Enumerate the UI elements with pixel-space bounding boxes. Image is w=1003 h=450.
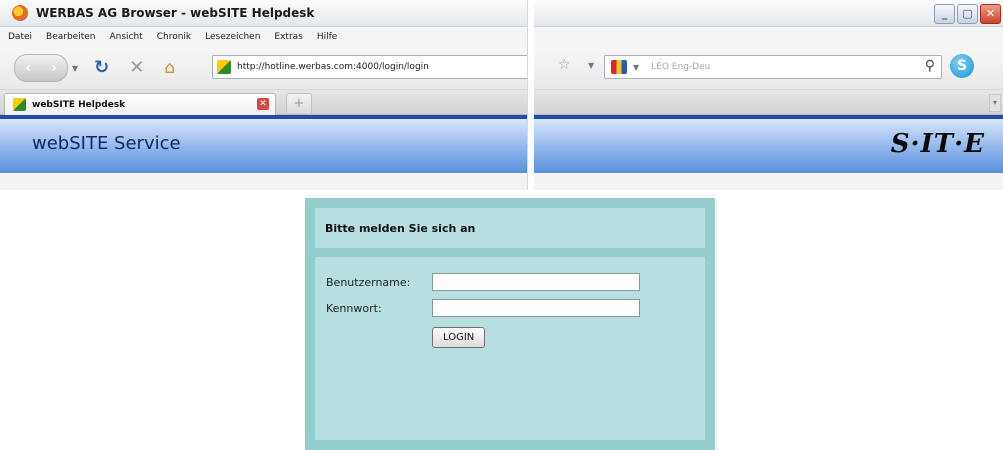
site-favicon-icon: [217, 60, 231, 74]
navigation-bar: ‹ › ▼ ↻ ✕ ⌂ http://hotline.werbas.com:40…: [0, 47, 527, 90]
page-header-right: S·IT·E: [534, 115, 1003, 173]
search-bar[interactable]: ▼ LEO Eng-Deu ⚲: [604, 55, 942, 79]
password-input[interactable]: [432, 299, 640, 317]
back-forward-group[interactable]: ‹ ›: [14, 54, 68, 82]
title-bar-right: _ ▢ ✕: [534, 0, 1003, 27]
password-row: Kennwort:: [326, 299, 640, 317]
skype-icon[interactable]: S: [950, 54, 974, 78]
engine-dropdown-icon[interactable]: ▼: [633, 63, 639, 72]
password-label: Kennwort:: [326, 301, 382, 315]
browser-screenshot-right: _ ▢ ✕ ☆ ▼ ▼ LEO Eng-Deu ⚲ S ▾ S·IT·E: [534, 0, 1003, 190]
username-row: Benutzername:: [326, 273, 640, 291]
login-panel: Bitte melden Sie sich an Benutzername: K…: [305, 198, 715, 450]
tab-bar-right: ▾: [534, 90, 1003, 115]
title-bar: WERBAS AG Browser - webSITE Helpdesk: [0, 0, 527, 27]
close-button[interactable]: ✕: [980, 4, 1001, 24]
site-logo: S·IT·E: [890, 129, 985, 159]
login-button[interactable]: LOGIN: [432, 327, 486, 348]
tab-label: webSITE Helpdesk: [32, 99, 126, 110]
window-controls: _ ▢ ✕: [934, 4, 1001, 24]
username-input[interactable]: [432, 273, 640, 291]
firefox-logo-icon: [12, 5, 28, 21]
username-label: Benutzername:: [326, 275, 411, 289]
reload-icon[interactable]: ↻: [94, 59, 109, 77]
forward-icon[interactable]: ›: [51, 61, 56, 76]
maximize-button[interactable]: ▢: [957, 4, 978, 24]
home-icon[interactable]: ⌂: [164, 59, 175, 77]
minimize-button[interactable]: _: [934, 4, 955, 24]
window-title: WERBAS AG Browser - webSITE Helpdesk: [36, 6, 315, 20]
stop-icon[interactable]: ✕: [129, 59, 144, 77]
history-dropdown-icon[interactable]: ▼: [72, 64, 78, 73]
star-dropdown-icon[interactable]: ▼: [588, 61, 594, 70]
search-input[interactable]: LEO Eng-Deu: [651, 62, 710, 72]
address-bar[interactable]: http://hotline.werbas.com:4000/login/log…: [212, 55, 527, 79]
navigation-bar-right: ☆ ▼ ▼ LEO Eng-Deu ⚲ S: [534, 47, 1003, 90]
url-text[interactable]: http://hotline.werbas.com:4000/login/log…: [237, 62, 429, 72]
leo-engine-icon[interactable]: [611, 60, 627, 74]
login-heading: Bitte melden Sie sich an: [315, 208, 705, 248]
tab-websites-helpdesk[interactable]: webSITE Helpdesk ✕: [4, 93, 276, 115]
menu-item-bearbeiten[interactable]: Bearbeiten: [46, 32, 95, 42]
browser-screenshot-left: WERBAS AG Browser - webSITE Helpdesk Dat…: [0, 0, 528, 190]
new-tab-button[interactable]: +: [286, 93, 312, 113]
back-icon[interactable]: ‹: [25, 61, 30, 76]
menu-item-extras[interactable]: Extras: [274, 32, 302, 42]
menu-item-lesezeichen[interactable]: Lesezeichen: [205, 32, 260, 42]
menu-item-ansicht[interactable]: Ansicht: [109, 32, 142, 42]
menu-bar-right: [534, 27, 1003, 47]
page-header-left: webSITE Service: [0, 115, 527, 173]
menu-item-chronik[interactable]: Chronik: [157, 32, 191, 42]
tab-close-icon[interactable]: ✕: [257, 98, 269, 110]
login-form: Benutzername: Kennwort: LOGIN: [315, 257, 705, 440]
menu-item-hilfe[interactable]: Hilfe: [317, 32, 337, 42]
page-header-title: webSITE Service: [32, 133, 181, 154]
tab-favicon-icon: [13, 98, 26, 111]
menu-item-datei[interactable]: Datei: [8, 32, 32, 42]
tab-scroll-arrow-icon[interactable]: ▾: [989, 94, 1001, 112]
tab-bar: webSITE Helpdesk ✕ +: [0, 90, 527, 115]
search-icon[interactable]: ⚲: [925, 58, 935, 74]
menu-bar: Datei Bearbeiten Ansicht Chronik Lesezei…: [0, 27, 527, 47]
